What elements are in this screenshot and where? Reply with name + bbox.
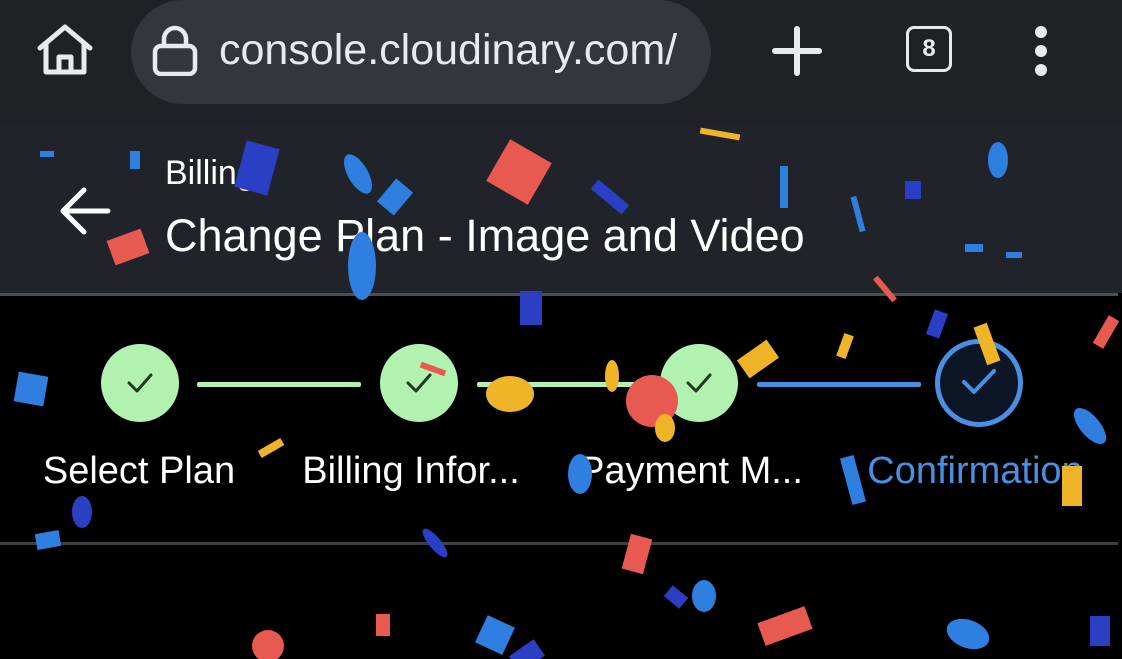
breadcrumb[interactable]: Billing xyxy=(165,154,256,193)
browser-toolbar: console.cloudinary.com/ 8 xyxy=(0,0,1122,126)
step-2-check-icon[interactable] xyxy=(380,344,458,422)
step-label-confirmation[interactable]: Confirmation xyxy=(860,450,1090,493)
step-3-check-icon[interactable] xyxy=(660,344,738,422)
step-label-billing-info[interactable]: Billing Infor... xyxy=(296,450,526,493)
step-connector xyxy=(757,382,921,387)
step-4-check-icon[interactable] xyxy=(935,339,1023,427)
back-arrow-icon[interactable] xyxy=(58,186,114,236)
section-divider xyxy=(0,542,1118,545)
address-bar[interactable]: console.cloudinary.com/ xyxy=(131,0,711,104)
home-icon[interactable] xyxy=(34,22,96,78)
progress-stepper: Select Plan Billing Infor... Payment M..… xyxy=(0,296,1122,542)
step-1-check-icon[interactable] xyxy=(101,344,179,422)
step-connector xyxy=(477,382,641,387)
page-header: Billing Change Plan - Image and Video xyxy=(0,126,1122,293)
url-text: console.cloudinary.com/ xyxy=(219,26,678,74)
step-connector xyxy=(197,382,361,387)
plus-icon[interactable] xyxy=(770,24,824,78)
more-vertical-icon[interactable] xyxy=(1024,24,1058,78)
lock-icon xyxy=(151,24,199,77)
step-label-payment-method[interactable]: Payment M... xyxy=(576,450,806,493)
page-title: Change Plan - Image and Video xyxy=(165,210,805,261)
tab-switcher-icon[interactable]: 8 xyxy=(906,26,952,72)
step-label-select-plan[interactable]: Select Plan xyxy=(24,450,254,493)
